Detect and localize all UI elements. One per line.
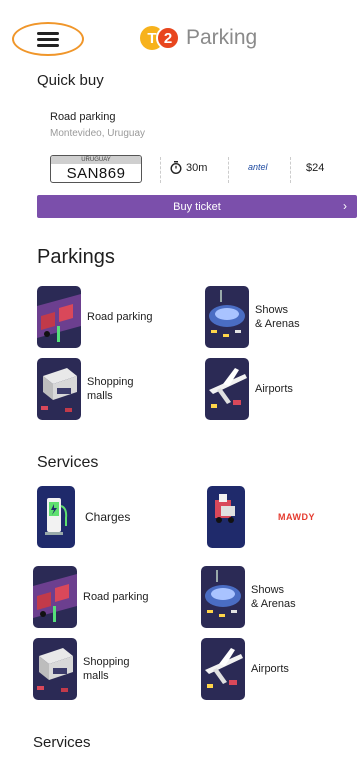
service-tile-mawdy[interactable] [207, 486, 245, 548]
app-header: T 2 Parking [0, 0, 358, 70]
services-title: Services [37, 454, 99, 471]
buy-ticket-button[interactable]: Buy ticket › [37, 195, 357, 218]
tile-label: Charges [85, 510, 131, 524]
shows-arenas-icon [201, 566, 245, 628]
parking-tile-road[interactable]: Road parking [33, 566, 148, 628]
parking-tile-road[interactable]: Road parking [37, 286, 152, 348]
tile-label: Airports [251, 663, 289, 675]
divider [228, 157, 229, 183]
parking-tile-shopping[interactable]: Shopping malls [33, 638, 130, 700]
duration-value: 30m [186, 161, 208, 174]
chevron-right-icon: › [343, 199, 347, 213]
operator-logo: antel [248, 162, 268, 172]
airports-icon [201, 638, 245, 700]
tile-label: Shopping malls [87, 376, 134, 402]
license-plate[interactable]: URUGUAY SAN869 [50, 155, 142, 183]
tile-label: Shopping malls [83, 656, 130, 682]
service-tile-charges[interactable]: Charges [37, 486, 130, 548]
hamburger-icon [37, 32, 59, 47]
parking-tile-airports[interactable]: Airports [201, 638, 289, 700]
airports-icon [205, 358, 249, 420]
plate-number: SAN869 [66, 165, 126, 182]
road-parking-icon [37, 286, 81, 348]
shopping-malls-icon [33, 638, 77, 700]
divider [160, 157, 161, 183]
ev-charger-icon [37, 486, 75, 548]
parkings-title: Parkings [37, 246, 115, 268]
app-logo: T 2 Parking [140, 26, 257, 50]
ticket-price: $24 [306, 162, 325, 174]
roadside-assistance-icon [207, 486, 245, 548]
shows-arenas-icon [205, 286, 249, 348]
tile-label: Road parking [83, 591, 149, 603]
parking-tile-shows[interactable]: Shows & Arenas [201, 566, 296, 628]
divider [290, 157, 291, 183]
tile-label: Shows & Arenas [255, 304, 300, 330]
parking-tile-shows[interactable]: Shows & Arenas [205, 286, 300, 348]
mawdy-logo: MAWDY [278, 512, 315, 522]
quick-buy-parking-name: Road parking [50, 111, 116, 123]
services-title: Services [33, 734, 91, 751]
app-name: Parking [186, 26, 258, 49]
tile-label: Road parking [87, 311, 153, 323]
road-parking-icon [33, 566, 77, 628]
tile-label: Shows & Arenas [251, 584, 296, 610]
timer-icon [170, 161, 182, 174]
quick-buy-location: Montevideo, Uruguay [50, 128, 146, 139]
tile-label: Airports [255, 383, 293, 395]
parking-tile-shopping[interactable]: Shopping malls [37, 358, 134, 420]
quick-buy-title: Quick buy [37, 72, 104, 89]
parking-tile-airports[interactable]: Airports [205, 358, 293, 420]
shopping-malls-icon [37, 358, 81, 420]
t2-logo-icon: T 2 [140, 26, 180, 50]
duration-selector[interactable]: 30m [170, 161, 207, 174]
buy-ticket-label: Buy ticket [173, 200, 221, 213]
menu-button[interactable] [12, 22, 84, 56]
plate-country: URUGUAY [51, 156, 141, 164]
